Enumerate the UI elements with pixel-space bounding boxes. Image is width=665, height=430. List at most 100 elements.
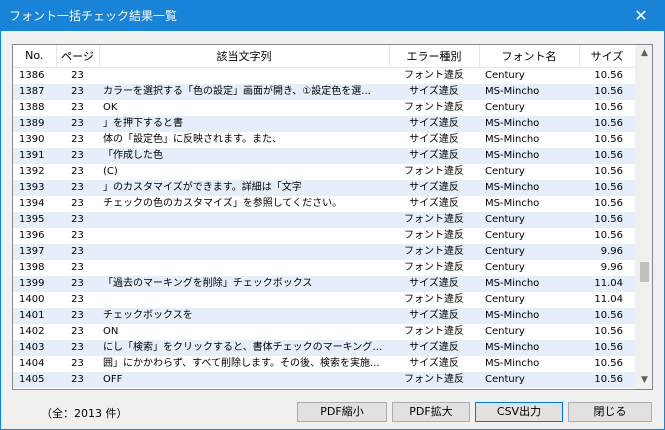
cell-text: チェックの色のカスタマイズ」を参照してください。 — [103, 197, 343, 209]
table-row[interactable]: 1395 23 フォント違反 Century 10.56 — [13, 211, 635, 228]
cell-page: 23 — [71, 197, 84, 209]
table-body: 1386 23 フォント違反 Century 10.56 1387 23 カラーを選択する「色… — [13, 67, 635, 388]
cell-text: OK — [103, 101, 118, 113]
cell-error-type: フォント違反 — [404, 325, 464, 337]
cell-error-type: フォント違反 — [404, 101, 464, 113]
cell-font-name: MS-Mincho — [479, 115, 579, 132]
scroll-up-arrow-icon[interactable]: ▲ — [636, 45, 652, 62]
results-list[interactable]: No. ページ 該当文字列 エラー種別 フォント名 サイズ 1386 23 フォント… — [12, 44, 653, 390]
cell-no: 1396 — [19, 229, 45, 241]
cell-error-type: サイズ違反 — [389, 275, 479, 292]
cell-text: 」のカスタマイズができます。詳細は「文字 — [99, 179, 389, 196]
table-row[interactable]: 1405 23 OFF フォント違反 Century 10.56 — [13, 371, 635, 388]
column-header-font-name[interactable]: フォント名 — [479, 45, 580, 68]
cell-text — [99, 67, 389, 84]
pdf-enlarge-button[interactable]: PDF拡大 — [392, 402, 470, 422]
cell-text: (C) — [103, 165, 118, 177]
table-row[interactable]: 140323にし「検索」をクリックすると、書体チェックのマーキングを「チェ...… — [13, 339, 635, 356]
cell-size: 10.56 — [579, 147, 635, 164]
cell-size: 9.96 — [600, 261, 623, 273]
cell-size: 10.56 — [594, 101, 623, 113]
cell-font-name: Century — [485, 69, 525, 81]
cell-no: 1393 — [13, 179, 56, 196]
cell-no: 1386 — [19, 69, 45, 81]
table-row[interactable]: 1397 23 フォント違反 Century 9.96 — [13, 243, 635, 260]
table-row[interactable]: 1394 23 チェックの色のカスタマイズ」を参照してください。 サイズ違反 MS-Mi… — [13, 196, 635, 212]
cell-page: 23 — [71, 357, 84, 369]
cell-no: 1394 — [19, 197, 45, 209]
cell-text: ON — [103, 325, 119, 337]
cell-text: 」を押下すると書 — [99, 115, 389, 132]
close-button[interactable]: 閉じる — [568, 402, 652, 422]
cell-size: 10.56 — [579, 339, 635, 356]
cell-error-type: フォント違反 — [404, 69, 464, 81]
cell-no: 1399 — [13, 275, 56, 292]
column-header-page[interactable]: ページ — [56, 45, 100, 68]
cell-size: 10.56 — [579, 83, 635, 100]
cell-font-name: MS-Mincho — [479, 275, 579, 292]
cell-error-type: フォント違反 — [389, 243, 479, 260]
pdf-shrink-button[interactable]: PDF縮小 — [297, 402, 387, 422]
cell-no: 1392 — [19, 165, 45, 177]
cell-text — [99, 243, 389, 260]
cell-no: 1401 — [13, 307, 56, 324]
cell-text: 体の「設定色」に反映されます。また、 — [103, 133, 282, 145]
cell-font-name: Century — [479, 371, 579, 388]
column-header-error-type[interactable]: エラー種別 — [389, 45, 480, 68]
cell-size: 10.56 — [579, 179, 635, 196]
cell-no: 1405 — [13, 371, 56, 388]
cell-size: 11.04 — [594, 293, 623, 305]
cell-size: 10.56 — [594, 165, 623, 177]
cell-no: 1402 — [19, 325, 45, 337]
title-bar[interactable]: フォント一括チェック結果一覧 ✕ — [1, 1, 664, 31]
table-row[interactable]: 1386 23 フォント違反 Century 10.56 — [13, 67, 635, 84]
table-row[interactable]: 1389 23 」を押下すると書 サイズ違反 MS-Mincho 10.56 — [13, 115, 635, 132]
results-table: No. ページ 該当文字列 エラー種別 フォント名 サイズ 1386 23 フォント… — [13, 45, 636, 388]
table-row[interactable]: 1401 23 チェックボックスを サイズ違反 MS-Mincho 10.56 — [13, 307, 635, 324]
cell-no: 1397 — [13, 243, 56, 260]
cell-page: 23 — [71, 69, 84, 81]
scroll-down-arrow-icon[interactable]: ▼ — [636, 372, 652, 389]
cell-error-type: フォント違反 — [404, 261, 464, 273]
table-row[interactable]: 1387 23 カラーを選択する「色の設定」画面が開き、①設定色を選... サイズ違反… — [13, 83, 635, 100]
cell-error-type: フォント違反 — [404, 165, 464, 177]
cell-text: OFF — [99, 371, 389, 388]
cell-size: 11.04 — [579, 275, 635, 292]
cell-font-name: Century — [485, 293, 525, 305]
cell-font-name: Century — [479, 211, 579, 228]
scroll-thumb[interactable] — [640, 262, 649, 282]
table-row[interactable]: 1400 23 フォント違反 Century 11.04 — [13, 292, 635, 308]
column-header-size[interactable]: サイズ — [579, 45, 636, 68]
table-row[interactable]: 1388 23 OK フォント違反 Century 10.56 — [13, 100, 635, 116]
close-window-button[interactable]: ✕ — [618, 1, 664, 31]
table-row[interactable]: 1391 23 「作成した色 サイズ違反 MS-Mincho 10.56 — [13, 147, 635, 164]
cell-error-type: サイズ違反 — [389, 307, 479, 324]
cell-page: 23 — [71, 229, 84, 241]
table-row[interactable]: 1402 23 ON フォント違反 Century 10.56 — [13, 324, 635, 340]
table-row[interactable]: 1390 23 体の「設定色」に反映されます。また、 サイズ違反 MS-Mincho 10… — [13, 132, 635, 148]
table-row[interactable]: 1396 23 フォント違反 Century 10.56 — [13, 228, 635, 244]
cell-error-type: サイズ違反 — [389, 339, 479, 356]
table-row[interactable]: 1398 23 フォント違反 Century 9.96 — [13, 260, 635, 276]
cell-font-name: MS-Mincho — [479, 307, 579, 324]
table-header-row: No. ページ 該当文字列 エラー種別 フォント名 サイズ — [13, 45, 636, 68]
cell-no: 1389 — [13, 115, 56, 132]
table-row[interactable]: 1392 23 (C) フォント違反 Century 10.56 — [13, 164, 635, 180]
cell-font-name: MS-Mincho — [485, 357, 540, 369]
csv-export-button[interactable]: CSV出力 — [475, 402, 563, 422]
cell-page: 23 — [56, 371, 99, 388]
cell-page: 23 — [71, 101, 84, 113]
cell-text — [99, 260, 389, 276]
cell-text — [99, 211, 389, 228]
table-row[interactable]: 1393 23 」のカスタマイズができます。詳細は「文字 サイズ違反 MS-Mincho… — [13, 179, 635, 196]
column-header-no[interactable]: No. — [13, 45, 57, 68]
column-header-text[interactable]: 該当文字列 — [99, 45, 390, 68]
vertical-scrollbar[interactable]: ▲ ▼ — [635, 45, 652, 389]
table-row[interactable]: 1404 23 囲」にかかわらず、すべて削除します。その後、検索を実施... サイズ違… — [13, 356, 635, 372]
cell-size: 10.56 — [579, 371, 635, 388]
cell-error-type: サイズ違反 — [409, 357, 459, 369]
cell-page: 23 — [56, 147, 99, 164]
cell-page: 23 — [71, 165, 84, 177]
cell-size: 10.56 — [579, 115, 635, 132]
table-row[interactable]: 1399 23 「過去のマーキングを削除」チェックボックス サイズ違反 MS-Minch… — [13, 275, 635, 292]
